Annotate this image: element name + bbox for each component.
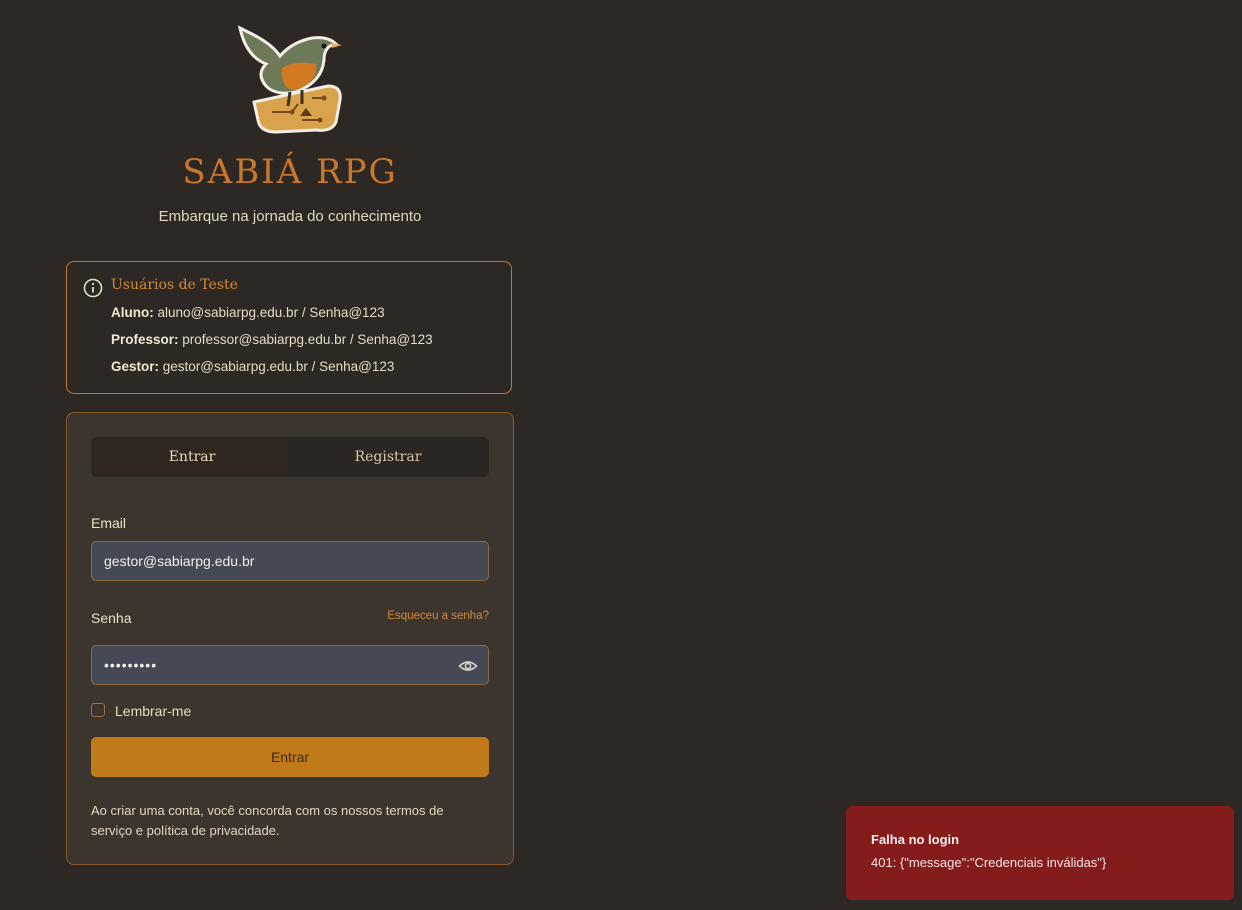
- tab-entrar[interactable]: Entrar: [94, 440, 290, 474]
- error-toast[interactable]: Falha no login 401: {"message":"Credenci…: [846, 806, 1234, 900]
- test-user-gestor: Gestor: gestor@sabiarpg.edu.br / Senha@1…: [111, 359, 394, 374]
- email-label: Email: [91, 515, 127, 531]
- brand-title: SABIÁ RPG: [182, 152, 398, 192]
- login-button[interactable]: Entrar: [91, 737, 489, 777]
- auth-tabs: Entrar Registrar: [91, 437, 489, 477]
- info-icon: [83, 278, 103, 298]
- email-field[interactable]: gestor@sabiarpg.edu.br: [91, 541, 489, 581]
- test-user-role: Professor:: [111, 332, 179, 347]
- password-field[interactable]: •••••••••: [91, 645, 489, 685]
- toast-message: 401: {"message":"Credenciais inválidas"}: [871, 855, 1107, 870]
- logo: [232, 16, 348, 140]
- login-card: Entrar Registrar Email gestor@sabiarpg.e…: [66, 412, 514, 865]
- test-user-professor: Professor: professor@sabiarpg.edu.br / S…: [111, 332, 433, 347]
- forgot-password-link[interactable]: Esqueceu a senha?: [387, 610, 489, 622]
- eye-icon[interactable]: [458, 656, 478, 676]
- email-value: gestor@sabiarpg.edu.br: [104, 553, 255, 569]
- toast-title: Falha no login: [871, 832, 960, 847]
- remember-label[interactable]: Lembrar-me: [115, 703, 191, 719]
- test-user-credentials: aluno@sabiarpg.edu.br / Senha@123: [157, 305, 385, 320]
- tab-registrar[interactable]: Registrar: [290, 440, 486, 474]
- remember-checkbox[interactable]: [91, 703, 105, 717]
- password-label: Senha: [91, 610, 132, 626]
- test-users-title: Usuários de Teste: [111, 277, 238, 293]
- terms-text: Ao criar uma conta, você concorda com os…: [91, 803, 444, 838]
- password-value: •••••••••: [104, 657, 158, 673]
- test-user-credentials: gestor@sabiarpg.edu.br / Senha@123: [162, 359, 395, 374]
- sabia-bird-logo-icon: [237, 25, 342, 134]
- test-user-role: Gestor:: [111, 359, 160, 374]
- test-user-aluno: Aluno: aluno@sabiarpg.edu.br / Senha@123: [111, 305, 385, 320]
- brand-tagline: Embarque na jornada do conhecimento: [158, 208, 422, 225]
- test-user-role: Aluno:: [111, 305, 154, 320]
- test-user-credentials: professor@sabiarpg.edu.br / Senha@123: [182, 332, 433, 347]
- test-users-panel: Usuários de Teste Aluno: aluno@sabiarpg.…: [66, 261, 512, 394]
